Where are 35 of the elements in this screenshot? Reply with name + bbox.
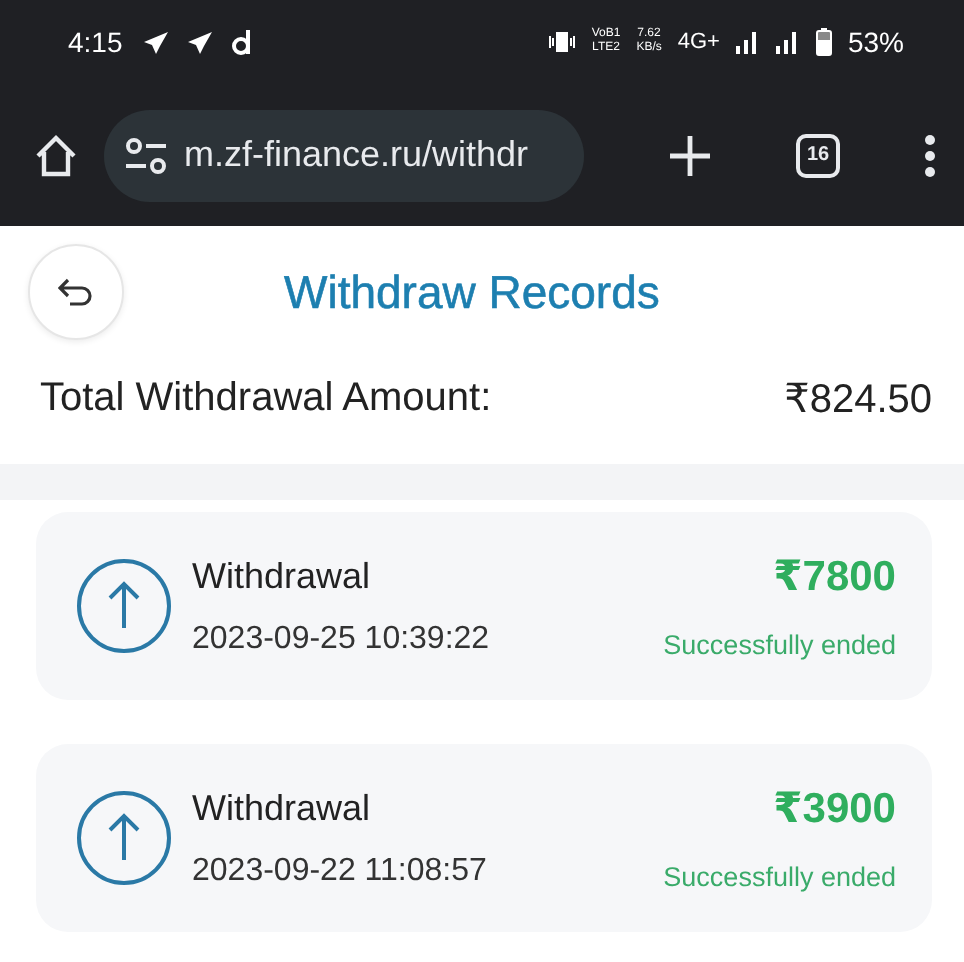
menu-button[interactable] <box>924 133 936 177</box>
record-amount: ₹7800 <box>773 552 896 602</box>
battery-icon <box>815 28 832 56</box>
back-button[interactable] <box>28 244 124 340</box>
menu-icon <box>924 133 936 177</box>
address-bar[interactable]: m.zf-finance.ru/withdr <box>104 109 584 201</box>
new-tab-button[interactable] <box>668 133 712 177</box>
page-title: Withdraw Records <box>284 265 660 319</box>
battery-percent: 53% <box>847 26 904 58</box>
plus-icon <box>668 133 712 177</box>
record-card[interactable]: Withdrawal 2023-09-25 10:39:22 ₹7800 Successfully ended <box>36 512 932 700</box>
app-notification-icon <box>230 28 255 56</box>
network-type: 4G+ <box>677 30 720 54</box>
record-date: 2023-09-25 10:39:22 <box>192 621 492 657</box>
vibrate-icon <box>547 30 576 54</box>
tab-count-button[interactable]: 16 <box>796 133 840 177</box>
record-date: 2023-09-22 11:08:57 <box>192 853 489 889</box>
signal-icon <box>735 30 760 54</box>
paper-plane-icon <box>186 29 215 55</box>
url-text: m.zf-finance.ru/withdr <box>184 134 529 176</box>
record-title: Withdrawal <box>192 555 373 597</box>
signal-icon <box>775 30 800 54</box>
paper-plane-icon <box>142 29 171 55</box>
site-settings-icon <box>124 137 168 173</box>
back-arrow-icon <box>58 278 94 306</box>
record-status: Successfully ended <box>663 862 896 892</box>
home-button[interactable] <box>32 131 80 179</box>
home-icon <box>32 131 80 179</box>
status-time: 4:15 <box>68 26 123 58</box>
total-amount: ₹824.50 <box>784 376 932 424</box>
record-amount: ₹3900 <box>773 784 896 834</box>
record-card[interactable]: Withdrawal 2023-09-22 11:08:57 ₹3900 Successfully ended <box>36 744 932 932</box>
record-status: Successfully ended <box>663 630 896 660</box>
record-title: Withdrawal <box>192 787 373 829</box>
total-label: Total Withdrawal Amount: <box>40 376 492 422</box>
